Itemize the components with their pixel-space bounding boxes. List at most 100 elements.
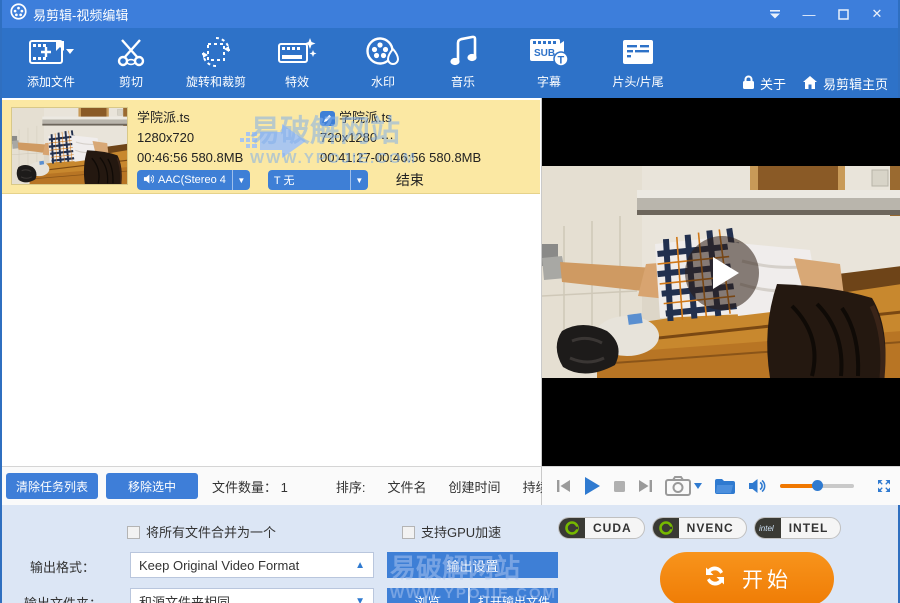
file-count-label: 文件数量： [212, 480, 277, 495]
next-frame-button[interactable] [638, 474, 653, 498]
list-control-bar: 清除任务列表 移除选中 文件数量： 1 排序: 文件名 创建时间 持续时间 [2, 466, 542, 505]
open-snapshot-folder-button[interactable] [714, 474, 736, 498]
output-filename: 学院派.ts [339, 108, 392, 128]
reel-waterdrop-icon [365, 34, 401, 70]
toolbar-subtitles[interactable]: SUBT 字幕 [520, 34, 578, 92]
sort-label: 排序: [336, 477, 366, 496]
gpu-accel-checkbox-row[interactable]: 支持GPU加速 [402, 522, 501, 541]
clear-task-list-button[interactable]: 清除任务列表 [6, 473, 98, 499]
subtitle-sub-t-icon: SUBT [528, 34, 570, 70]
play-triangle-icon [713, 257, 739, 289]
play-button[interactable] [583, 474, 601, 498]
toolbar-intro-outro[interactable]: 片头/片尾 [600, 34, 676, 92]
music-note-icon [448, 34, 478, 70]
intro-outro-slide-icon [620, 34, 656, 70]
output-settings-panel: 将所有文件合并为一个 支持GPU加速 CUDA NVENC intel INTE… [2, 505, 898, 603]
home-icon [802, 75, 818, 93]
window-title: 易剪辑-视频编辑 [33, 5, 128, 24]
start-label: 开始 [742, 564, 792, 594]
volume-slider[interactable] [780, 484, 854, 488]
output-format-select[interactable]: Keep Original Video Format ▲ [130, 552, 374, 578]
add-file-filmstrip-plus-icon [28, 34, 74, 70]
output-folder-select[interactable]: 和源文件夹相同 ▼ [130, 588, 374, 603]
stop-button[interactable] [613, 474, 626, 498]
audio-track-dropdown[interactable]: AAC(Stereo 4 ▼ [137, 170, 250, 190]
titlebar: 易剪辑-视频编辑 — ✕ [2, 0, 898, 28]
source-duration-size: 00:46:56 580.8MB [137, 148, 243, 168]
subtitle-dropdown-caret-icon[interactable]: ▼ [350, 170, 368, 190]
snapshot-button[interactable] [665, 474, 702, 498]
toolbar-rotate-crop-label: 旋转和裁剪 [186, 73, 246, 92]
toolbar-watermark-label: 水印 [371, 73, 395, 92]
toolbar-rotate-crop[interactable]: 旋转和裁剪 [172, 34, 260, 92]
toolbar-music[interactable]: 音乐 [434, 34, 492, 92]
start-sync-icon [702, 563, 728, 595]
toolbar-add-files[interactable]: 添加文件 [10, 34, 92, 92]
gpu-accel-checkbox[interactable] [402, 526, 415, 539]
toolbar-cut-label: 剪切 [119, 73, 143, 92]
nvidia-logo-icon [653, 517, 679, 539]
homepage-link[interactable]: 易剪辑主页 [802, 74, 888, 93]
output-folder-label: 输出文件夹： [24, 593, 102, 603]
output-resolution[interactable]: 720x1280 ··· [320, 128, 481, 148]
lock-icon [742, 75, 755, 93]
toolbar-effects[interactable]: 特效 [268, 34, 326, 92]
close-button[interactable]: ✕ [862, 2, 892, 26]
video-preview[interactable] [542, 98, 900, 466]
homepage-label: 易剪辑主页 [823, 74, 888, 93]
output-folder-value: 和源文件夹相同 [139, 592, 230, 603]
convert-arrow-icon [238, 122, 310, 167]
source-filename: 学院派.ts [137, 108, 243, 128]
audio-dropdown-caret-icon[interactable]: ▼ [232, 170, 250, 190]
play-overlay-button[interactable] [685, 236, 759, 310]
toolbar: 添加文件 剪切 旋转和裁剪 特效 水印 音乐 SUBT 字幕 [2, 28, 898, 98]
merge-files-checkbox-row[interactable]: 将所有文件合并为一个 [127, 522, 276, 541]
end-label: 结束 [396, 170, 424, 190]
maximize-button[interactable] [828, 2, 858, 26]
start-button[interactable]: 开始 [660, 552, 834, 603]
subtitle-value: T 无 [268, 172, 350, 188]
merge-files-label: 将所有文件合并为一个 [146, 525, 276, 540]
svg-text:SUB: SUB [534, 48, 555, 59]
open-output-folder-button[interactable]: 打开输出文件 [470, 588, 558, 603]
fullscreen-button[interactable] [876, 474, 892, 498]
subtitle-dropdown[interactable]: T 无 ▼ [268, 170, 368, 190]
browse-button[interactable]: 浏览 [387, 588, 468, 603]
filmstrip-star-icon [277, 34, 317, 70]
merge-files-checkbox[interactable] [127, 526, 140, 539]
player-control-bar [542, 466, 900, 505]
svg-text:intel: intel [759, 524, 774, 533]
intel-label: INTEL [781, 521, 841, 535]
sort-by-filename[interactable]: 文件名 [388, 477, 427, 496]
output-settings-button[interactable]: 输出设置 [387, 552, 558, 578]
mute-button[interactable] [748, 474, 766, 498]
nvenc-label: NVENC [679, 521, 746, 535]
volume-track[interactable] [780, 484, 854, 488]
intel-logo-icon: intel [755, 517, 781, 539]
format-caret-up-icon: ▲ [355, 560, 365, 571]
previous-frame-button[interactable] [556, 474, 571, 498]
edit-filename-icon[interactable] [320, 111, 335, 126]
scissors-icon [114, 34, 148, 70]
sort-by-created-time[interactable]: 创建时间 [449, 477, 501, 496]
nvenc-badge: NVENC [652, 517, 747, 539]
file-row-selected[interactable]: 学院派.ts 1280x720 00:46:56 580.8MB 学院派.ts … [2, 100, 540, 194]
video-thumbnail[interactable] [11, 107, 128, 185]
remove-selected-button[interactable]: 移除选中 [106, 473, 198, 499]
toolbar-effects-label: 特效 [285, 73, 309, 92]
file-count-value: 1 [281, 480, 288, 495]
toolbar-watermark[interactable]: 水印 [354, 34, 412, 92]
rotate-crop-icon [198, 34, 234, 70]
toolbar-music-label: 音乐 [451, 73, 475, 92]
app-logo-reel-icon [10, 3, 27, 25]
about-link[interactable]: 关于 [742, 74, 786, 93]
about-label: 关于 [760, 74, 786, 93]
toolbar-cut[interactable]: 剪切 [102, 34, 160, 92]
toolbar-subtitles-label: 字幕 [537, 73, 561, 92]
volume-thumb[interactable] [812, 480, 823, 491]
source-resolution: 1280x720 [137, 128, 243, 148]
cuda-badge: CUDA [558, 517, 645, 539]
toolbar-add-files-label: 添加文件 [27, 73, 75, 92]
menu-caret-button[interactable] [760, 2, 790, 26]
minimize-button[interactable]: — [794, 2, 824, 26]
